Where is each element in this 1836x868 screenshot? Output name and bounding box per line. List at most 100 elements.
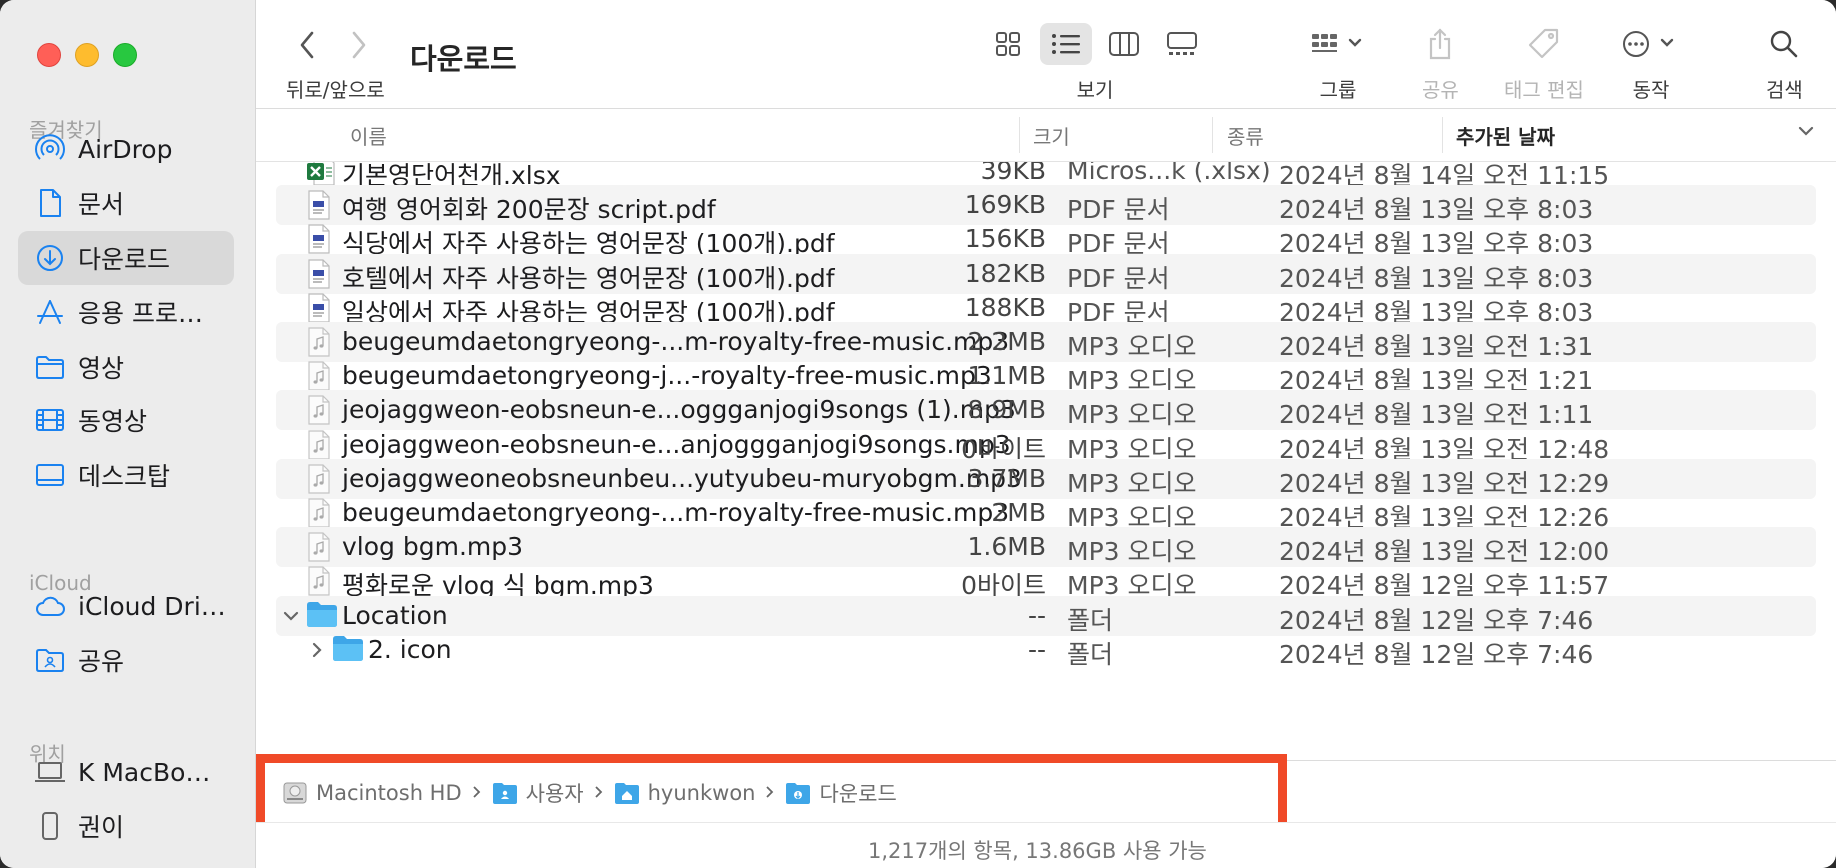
- folder-icon: [32, 349, 68, 385]
- laptop-icon: [32, 754, 68, 790]
- tag-icon: [1528, 28, 1559, 59]
- file-name: 2. icon: [368, 634, 452, 664]
- columns-icon: [1109, 32, 1139, 56]
- pdf-file-icon: [306, 189, 338, 221]
- disclosure-right-icon[interactable]: [308, 638, 326, 662]
- folder-row[interactable]: 2. icon -- 폴더 2024년 8월 12일 오후 7:46: [276, 630, 1816, 670]
- sidebar-item-favorites-2[interactable]: 다운로드: [18, 231, 234, 285]
- sidebar: 즐겨찾기 AirDrop 문서 다운로드 응용 프로… 영상 동영상 데스크탑 iCloud…: [0, 0, 256, 868]
- mp3-file-icon: [306, 360, 338, 392]
- folder-file-icon: [306, 600, 338, 632]
- file-list: 기본영단어천개.xlsx 39KB Micros...k (.xlsx) 2024년 …: [256, 162, 1836, 754]
- pdf-file-icon: [306, 223, 338, 255]
- column-view-button[interactable]: [1098, 23, 1150, 65]
- tag-button[interactable]: 태그 편집: [1504, 22, 1584, 103]
- file-name: jeojaggweon-eobsneun-e...oggganjogi9song…: [342, 395, 1016, 425]
- sidebar-item-locations-0[interactable]: K MacBo…: [18, 745, 234, 799]
- file-size: 2.2MB: [967, 327, 1046, 356]
- search-icon: [1771, 30, 1798, 58]
- column-name-header[interactable]: 이름: [350, 121, 387, 150]
- file-name: jeojaggweon-eobsneun-e...anjoggganjogi9s…: [342, 429, 1011, 459]
- group-label: 그룹: [1319, 78, 1357, 102]
- nav-label: 뒤로/앞으로: [286, 78, 385, 102]
- file-size: --: [1027, 634, 1046, 664]
- file-name: beugeumdaetongryeong-j...-royalty-free-m…: [342, 361, 992, 391]
- file-name: Location: [342, 600, 448, 630]
- list-view-button[interactable]: [1040, 23, 1092, 65]
- sidebar-item-label: 응용 프로…: [78, 299, 203, 328]
- chevron-left-icon: [300, 31, 314, 59]
- column-kind-header[interactable]: 종류: [1227, 121, 1264, 150]
- sidebar-item-label: 데스크탑: [78, 462, 171, 491]
- file-name: beugeumdaetongryeong-...m-royalty-free-m…: [342, 327, 1010, 356]
- column-size-header[interactable]: 크기: [1033, 121, 1070, 150]
- file-size: 39KB: [980, 162, 1046, 185]
- back-button[interactable]: [296, 28, 318, 66]
- sidebar-item-label: 권이: [78, 813, 125, 842]
- sidebar-item-favorites-6[interactable]: 데스크탑: [18, 448, 234, 502]
- sidebar-item-label: 동영상: [78, 407, 148, 436]
- disclosure-down-icon[interactable]: [282, 604, 300, 628]
- view-group: 보기: [982, 22, 1208, 103]
- gallery-view-button[interactable]: [1156, 23, 1208, 65]
- file-name: jeojaggweoneobsneunbeu...yutyubeu-muryob…: [342, 463, 1022, 493]
- sidebar-item-favorites-1[interactable]: 문서: [18, 176, 234, 230]
- icon-view-button[interactable]: [982, 23, 1034, 65]
- file-size: 156KB: [964, 224, 1046, 254]
- sidebar-item-label: 문서: [78, 190, 125, 219]
- file-kind: Micros...k (.xlsx): [1067, 162, 1271, 185]
- download-icon: [32, 240, 68, 276]
- status-text: 1,217개의 항목, 13.86GB 사용 가능: [868, 839, 1207, 863]
- column-header: 이름 크기 종류 추가된 날짜: [256, 109, 1836, 162]
- group-icon: [1312, 34, 1362, 52]
- sidebar-item-icloud-1[interactable]: 공유: [18, 633, 234, 687]
- view-label: 보기: [1076, 78, 1114, 102]
- xlsx-file-icon: [306, 162, 338, 187]
- file-size: 2MB: [991, 498, 1046, 527]
- folder-file-icon: [332, 634, 364, 666]
- sidebar-item-favorites-0[interactable]: AirDrop: [18, 122, 234, 176]
- gallery-icon: [1167, 32, 1197, 55]
- sidebar-item-label: 영상: [78, 354, 125, 383]
- file-size: 188KB: [964, 292, 1046, 322]
- sidebar-item-favorites-4[interactable]: 영상: [18, 340, 234, 394]
- sidebar-item-label: 다운로드: [78, 245, 171, 274]
- sidebar-item-icloud-0[interactable]: iCloud Dri…: [18, 579, 234, 633]
- file-size: 8.9MB: [967, 395, 1046, 425]
- mp3-file-icon: [306, 497, 338, 529]
- sidebar-item-favorites-5[interactable]: 동영상: [18, 393, 234, 447]
- file-name: beugeumdaetongryeong-...m-royalty-free-m…: [342, 498, 1010, 527]
- share-button[interactable]: 공유: [1422, 22, 1459, 103]
- file-name: vlog bgm.mp3: [342, 532, 524, 562]
- sidebar-item-label: iCloud Dri…: [78, 591, 226, 621]
- nav-buttons: [296, 28, 370, 66]
- minimize-button[interactable]: [75, 43, 99, 67]
- airdrop-icon: [32, 131, 68, 167]
- action-button[interactable]: 동작: [1622, 22, 1680, 103]
- zoom-button[interactable]: [113, 43, 137, 67]
- file-size: --: [1027, 600, 1046, 630]
- film-icon: [32, 402, 68, 438]
- toolbar: 뒤로/앞으로 다운로드 보기 그룹 공유 태그 편집 동작 검색: [256, 0, 1836, 109]
- close-button[interactable]: [37, 43, 61, 67]
- search-button[interactable]: 검색: [1766, 22, 1803, 103]
- share-label: 공유: [1422, 78, 1459, 102]
- sidebar-item-locations-1[interactable]: 권이: [18, 799, 234, 853]
- pdf-file-icon: [306, 292, 338, 324]
- window-controls: [37, 43, 137, 67]
- forward-button[interactable]: [348, 28, 370, 66]
- group-control[interactable]: 그룹: [1310, 22, 1366, 103]
- cloud-icon: [32, 588, 68, 624]
- sidebar-item-label: 공유: [78, 647, 125, 676]
- sidebar-item-favorites-3[interactable]: 응용 프로…: [18, 285, 234, 339]
- shared-folder-icon: [32, 642, 68, 678]
- mp3-file-icon: [306, 394, 338, 426]
- sort-chevron-icon[interactable]: [1796, 119, 1816, 148]
- mp3-file-icon: [306, 531, 338, 563]
- pdf-file-icon: [306, 258, 338, 290]
- applications-icon: [32, 294, 68, 330]
- sidebar-item-label: K MacBo…: [78, 757, 211, 787]
- column-date-header[interactable]: 추가된 날짜: [1456, 121, 1555, 150]
- phone-icon: [32, 808, 68, 844]
- file-size: 182KB: [964, 258, 1046, 288]
